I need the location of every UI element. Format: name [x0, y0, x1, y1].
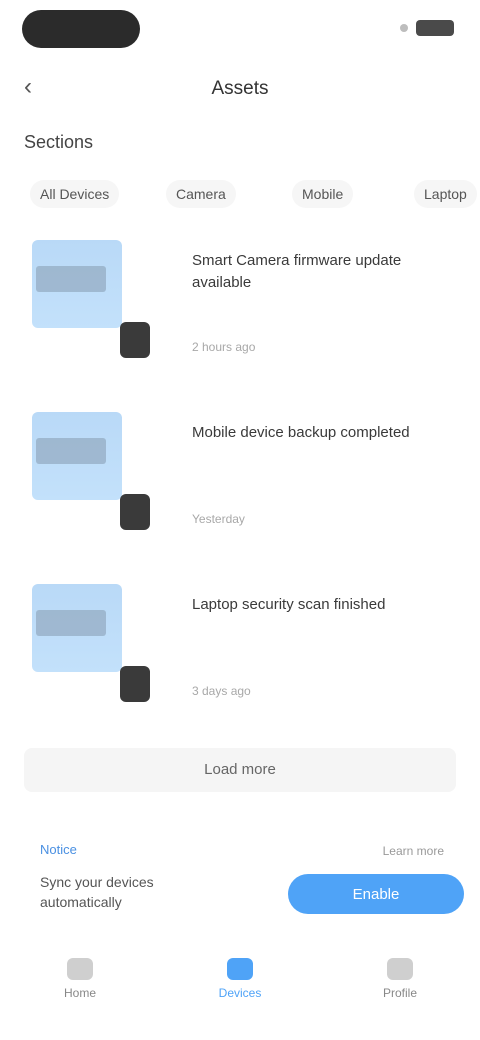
enable-button[interactable]: Enable	[288, 874, 464, 914]
battery-icon	[416, 20, 454, 36]
tab-devices[interactable]: Devices	[200, 958, 280, 1000]
devices-icon	[227, 958, 253, 980]
status-bar	[0, 0, 480, 60]
device-icon	[120, 666, 150, 702]
thumbnail-image	[32, 240, 122, 328]
filter-chip-mobile[interactable]: Mobile	[292, 180, 354, 208]
tab-label: Home	[63, 986, 96, 1000]
status-icons	[400, 20, 454, 36]
tab-profile[interactable]: Profile	[360, 958, 440, 1000]
filter-chip-camera[interactable]: Camera	[166, 180, 236, 208]
tab-label: Profile	[382, 986, 417, 1000]
section-title: Sections	[24, 132, 94, 152]
thumbnail-image	[32, 584, 122, 672]
item-meta: 2 hours ago	[192, 340, 256, 354]
list-item[interactable]: Mobile device backup completed Yesterday	[24, 412, 464, 562]
home-icon	[67, 958, 93, 980]
load-more-button[interactable]: Load more	[24, 748, 456, 792]
thumbnail-image	[32, 412, 122, 500]
tab-label: Devices	[218, 986, 262, 1000]
item-title: Laptop security scan finished	[192, 596, 386, 613]
item-meta: Yesterday	[192, 512, 245, 526]
item-title: Smart Camera firmware update available	[192, 252, 402, 291]
device-icon	[120, 494, 150, 530]
filter-chip-all[interactable]: All Devices	[30, 180, 120, 208]
tab-home[interactable]: Home	[40, 958, 120, 1000]
promo-banner: Notice Sync your devices automatically L…	[24, 832, 464, 932]
list-item[interactable]: Smart Camera firmware update available 2…	[24, 240, 464, 390]
promo-tag: Notice	[40, 842, 77, 857]
page-title: Assets	[211, 78, 269, 99]
status-time-pill	[22, 10, 140, 48]
signal-icon	[400, 24, 408, 32]
tab-bar: Home Devices Profile	[0, 940, 480, 1040]
device-icon	[120, 322, 150, 358]
nav-bar: ‹ Assets	[0, 60, 480, 116]
promo-link[interactable]: Learn more	[383, 844, 444, 858]
list-item[interactable]: Laptop security scan finished 3 days ago	[24, 584, 464, 734]
profile-icon	[387, 958, 413, 980]
item-meta: 3 days ago	[192, 684, 251, 698]
promo-text: Sync your devices automatically	[40, 874, 154, 910]
item-title: Mobile device backup completed	[192, 424, 410, 441]
filter-chip-laptop[interactable]: Laptop	[414, 180, 477, 208]
filter-chips: All Devices Camera Mobile Laptop	[0, 168, 480, 218]
